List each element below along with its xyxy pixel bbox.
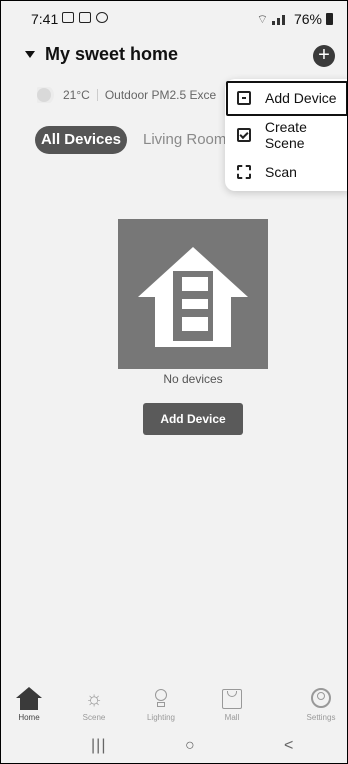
bag-icon <box>218 687 246 711</box>
app-screen: 7:41 ⌔ 76% My sweet home + 21°C Outdoor … <box>0 0 348 764</box>
sync-icon <box>96 12 108 23</box>
system-nav-bar: ||| ○ < <box>1 731 347 763</box>
nav-label: Lighting <box>146 713 176 722</box>
nav-settings[interactable]: Settings <box>293 687 347 722</box>
selection-highlight <box>226 81 347 116</box>
recent-apps-button[interactable]: ||| <box>91 737 106 755</box>
scan-icon <box>237 165 251 179</box>
nav-mall[interactable]: Mall <box>202 687 262 722</box>
signal-icon <box>271 13 290 25</box>
tab-living-room[interactable]: Living Room <box>143 131 226 148</box>
home-icon <box>15 687 43 711</box>
menu-item-label: Create Scene <box>264 119 307 151</box>
nav-label: Mall <box>224 713 240 722</box>
divider <box>96 89 98 101</box>
gallery-icon <box>79 12 91 23</box>
create-scene-icon <box>237 128 251 142</box>
sun-icon <box>37 88 51 102</box>
empty-message: No devices <box>163 372 223 386</box>
bottom-nav: Home ☼ Scene Lighting Mall Settings <box>1 687 347 727</box>
status-bar: 7:41 ⌔ 76% <box>1 1 347 35</box>
user-icon <box>307 687 335 711</box>
tab-all-devices[interactable]: All Devices <box>35 126 127 154</box>
menu-scan[interactable]: Scan <box>225 155 347 189</box>
home-selector[interactable]: My sweet home <box>25 41 178 67</box>
menu-create-scene[interactable]: Create Scene <box>225 118 347 152</box>
calendar-icon <box>62 12 74 23</box>
bulb-icon <box>147 687 175 711</box>
home-button[interactable]: ○ <box>185 737 195 755</box>
nav-lighting[interactable]: Lighting <box>131 687 191 722</box>
nav-label: Home <box>18 713 40 722</box>
nav-scene[interactable]: ☼ Scene <box>64 687 124 722</box>
chevron-down-icon <box>25 50 35 58</box>
back-button[interactable]: < <box>284 737 293 755</box>
menu-item-label: Scan <box>265 164 297 180</box>
status-time: 7:41 <box>31 11 59 27</box>
status-right: ⌔ 76% <box>257 11 333 27</box>
add-device-button[interactable]: Add Device <box>143 403 243 435</box>
nav-label: Scene <box>82 713 106 722</box>
add-button[interactable]: + <box>313 45 335 67</box>
battery-level: 76% <box>293 11 322 27</box>
home-title: My sweet home <box>45 43 179 64</box>
house-logo-icon <box>138 247 248 347</box>
sun-icon: ☼ <box>84 688 104 710</box>
nav-label: Settings <box>306 713 336 722</box>
temperature: 21°C <box>63 88 90 102</box>
battery-icon <box>326 13 333 25</box>
air-quality: Outdoor PM2.5 Exce <box>104 88 217 102</box>
empty-home-illustration <box>118 219 268 369</box>
wifi-icon: ⌔ <box>256 11 268 26</box>
nav-home[interactable]: Home <box>1 687 59 722</box>
weather-bar: 21°C Outdoor PM2.5 Exce <box>37 87 257 103</box>
